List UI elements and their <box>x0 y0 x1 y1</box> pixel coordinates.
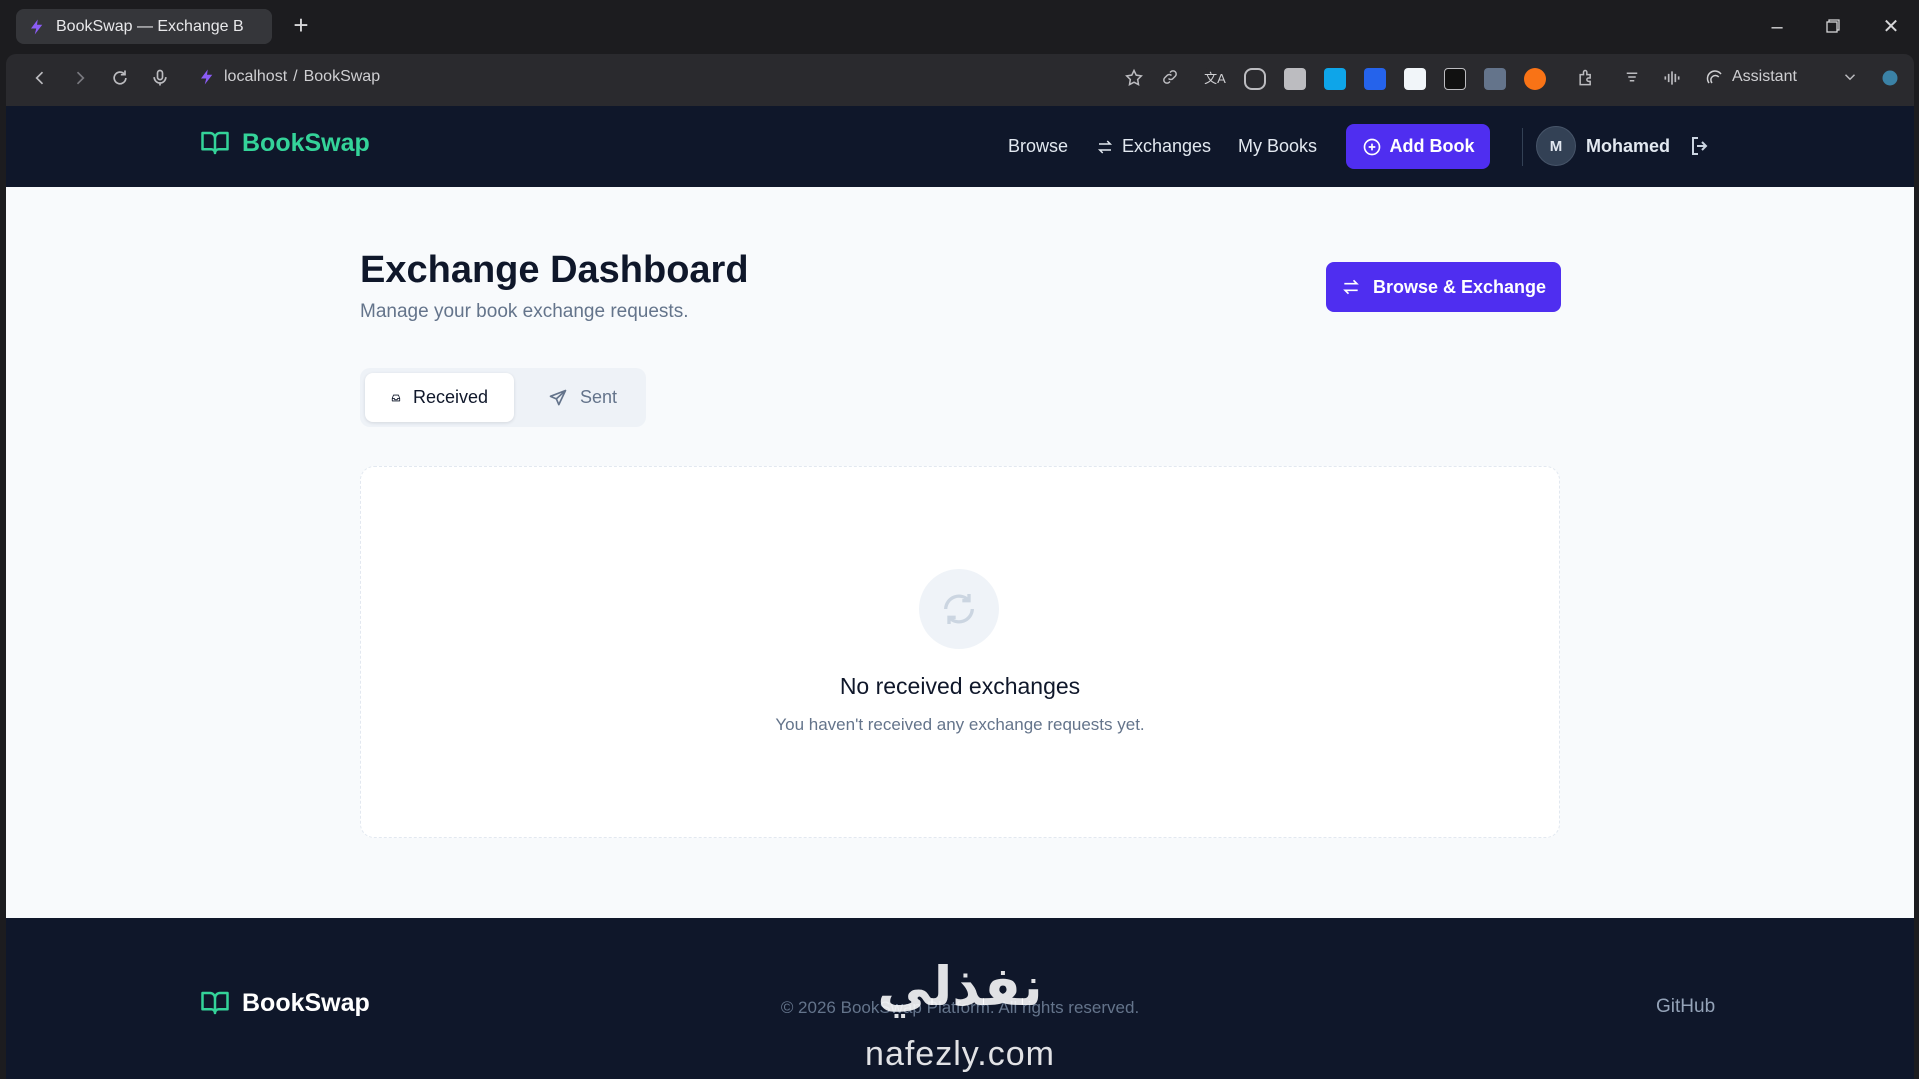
audio-wave-icon[interactable] <box>1660 68 1684 92</box>
nav-my-books[interactable]: My Books <box>1238 136 1317 157</box>
extension-grid-icon[interactable] <box>1484 68 1506 90</box>
browser-tab-title: BookSwap — Exchange B <box>56 17 244 35</box>
page-viewport: BookSwap Browse Exchanges My Books Add B… <box>6 106 1914 1079</box>
nav-browse-label: Browse <box>1008 136 1069 156</box>
extension-orange-icon[interactable] <box>1524 68 1546 90</box>
exchange-tabs: Received Sent <box>360 368 646 427</box>
brand-name: BookSwap <box>242 128 370 157</box>
browse-exchange-label: Browse & Exchange <box>1372 276 1547 297</box>
assistant-button[interactable]: Assistant <box>1706 68 1797 86</box>
exchange-arrows-icon <box>1343 279 1359 295</box>
new-tab-button[interactable]: + <box>288 12 314 40</box>
nav-my-books-label: My Books <box>1238 136 1318 156</box>
page-title: Exchange Dashboard <box>360 249 749 291</box>
microphone-icon[interactable] <box>148 68 172 92</box>
screenshot-extension-icon[interactable] <box>1324 68 1346 90</box>
assistant-icon <box>1706 70 1722 84</box>
page-subtitle: Manage your book exchange requests. <box>360 301 689 322</box>
empty-state-text: You haven't received any exchange reques… <box>775 715 1145 734</box>
app-navbar: BookSwap Browse Exchanges My Books Add B… <box>6 106 1914 187</box>
nav-browse[interactable]: Browse <box>1008 136 1068 157</box>
nav-exchanges-label: Exchanges <box>1122 136 1212 156</box>
menu-lines-icon[interactable] <box>1620 68 1644 92</box>
book-open-icon <box>201 131 229 155</box>
restore-icon[interactable] <box>1818 12 1848 42</box>
puzzle-icon[interactable] <box>1574 68 1598 92</box>
footer-copyright: © 2026 BookSwap Platform. All rights res… <box>780 998 1140 1017</box>
bolt-icon <box>31 19 43 34</box>
camera-icon[interactable] <box>1284 68 1306 90</box>
address-bar: localhost / BookSwap 文A Assistant <box>6 54 1914 106</box>
reader-icon[interactable] <box>1244 68 1266 90</box>
exchange-arrows-icon <box>1097 139 1113 154</box>
inbox-icon <box>391 394 401 401</box>
plus-circle-icon <box>1363 138 1380 155</box>
send-icon <box>549 389 567 405</box>
tab-fade <box>244 9 272 44</box>
brand-logo[interactable]: BookSwap <box>200 128 370 158</box>
site-bolt-icon <box>201 69 213 85</box>
tab-sent[interactable]: Sent <box>522 373 643 422</box>
assistant-label: Assistant <box>1732 68 1797 85</box>
browser-title-bar: BookSwap — Exchange B + – ✕ <box>0 0 1919 54</box>
github-link[interactable]: GitHub <box>1656 996 1715 1018</box>
avatar[interactable]: M <box>1536 126 1576 166</box>
minimize-icon[interactable]: – <box>1762 12 1792 42</box>
extension-h-icon[interactable] <box>1364 68 1386 90</box>
extension-lock-icon[interactable] <box>1444 68 1466 90</box>
extension-doc-icon[interactable] <box>1404 68 1426 90</box>
translate-icon[interactable]: 文A <box>1204 68 1226 90</box>
back-icon[interactable] <box>28 68 52 92</box>
add-book-label: Add Book <box>1389 136 1475 156</box>
browser-tab[interactable]: BookSwap — Exchange B <box>16 9 272 44</box>
url-field[interactable]: localhost / BookSwap <box>198 68 380 86</box>
tab-received[interactable]: Received <box>365 373 514 422</box>
forward-icon[interactable] <box>68 68 92 92</box>
tab-sent-label: Sent <box>580 387 618 407</box>
footer: BookSwap © 2026 BookSwap Platform. All r… <box>6 918 1914 1079</box>
empty-state-title: No received exchanges <box>839 673 1081 699</box>
link-icon[interactable] <box>1158 68 1182 92</box>
url-separator: / <box>293 68 298 85</box>
refresh-icon <box>919 569 999 649</box>
chevron-down-icon[interactable] <box>1838 68 1862 92</box>
add-book-button[interactable]: Add Book <box>1346 124 1490 169</box>
close-window-icon[interactable]: ✕ <box>1876 12 1906 42</box>
empty-state-card: No received exchanges You haven't receiv… <box>360 466 1560 838</box>
url-host: localhost <box>224 68 288 85</box>
tab-received-label: Received <box>412 387 488 407</box>
reload-icon[interactable] <box>108 68 132 92</box>
logout-icon[interactable] <box>1688 134 1712 163</box>
profile-extension-icon[interactable] <box>1878 68 1902 92</box>
browse-exchange-button[interactable]: Browse & Exchange <box>1326 262 1561 312</box>
star-icon[interactable] <box>1122 68 1146 92</box>
user-name[interactable]: Mohamed <box>1586 136 1670 157</box>
nav-exchanges[interactable]: Exchanges <box>1096 136 1211 157</box>
nav-divider <box>1522 128 1523 166</box>
url-page: BookSwap <box>303 68 381 85</box>
